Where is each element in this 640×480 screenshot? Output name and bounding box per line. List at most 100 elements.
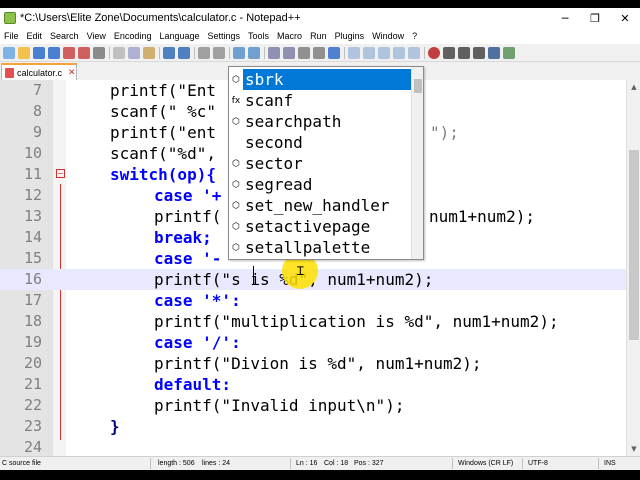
sync-vertical-icon[interactable] — [268, 46, 280, 59]
status-bar: C source file length : 506 lines : 24 Ln… — [0, 456, 640, 470]
autocomplete-item[interactable]: ⬡ segread — [229, 174, 411, 195]
record-macro-icon[interactable] — [428, 46, 440, 59]
code-line[interactable]: 23 } — [0, 416, 626, 437]
status-eol[interactable]: Windows (CR LF) — [456, 457, 513, 470]
autocomplete-label: set_new_handler — [245, 196, 390, 215]
autocomplete-scrollbar-thumb[interactable] — [414, 79, 422, 93]
status-insert-mode[interactable]: INS — [602, 457, 616, 470]
open-file-icon[interactable] — [18, 46, 30, 59]
code-text: printf("Divion is %d", num1+num2); — [154, 354, 482, 373]
autocomplete-item[interactable]: ⬡ set_new_handler — [229, 195, 411, 216]
redo-icon[interactable] — [178, 46, 190, 59]
toolbar-divider — [344, 46, 345, 59]
code-text: printf("multiplication is %d", num1+num2… — [154, 312, 559, 331]
stop-macro-icon[interactable] — [443, 46, 455, 59]
code-text: scanf(" %c" — [110, 102, 216, 121]
menu-view[interactable]: View — [83, 31, 110, 41]
function-icon: ⬡ — [232, 74, 240, 85]
function-icon: ⬡ — [232, 242, 240, 253]
document-map-icon[interactable] — [363, 46, 375, 59]
autocomplete-item[interactable]: ⬡ setallpalette — [229, 237, 411, 258]
title-bar[interactable]: *C:\Users\Elite Zone\Documents\calculato… — [0, 8, 640, 28]
line-number: 17 — [23, 291, 42, 309]
folder-workspace-icon[interactable] — [393, 46, 405, 59]
menu-language[interactable]: Language — [155, 31, 203, 41]
tab-calculator-c[interactable]: calculator.c ✕ — [1, 63, 77, 80]
close-all-icon[interactable] — [78, 46, 90, 59]
scroll-down-icon[interactable]: ▼ — [627, 442, 640, 456]
cut-icon[interactable] — [113, 46, 125, 59]
code-line[interactable]: 24 — [0, 437, 626, 456]
code-line[interactable]: 20 printf("Divion is %d", num1+num2); — [0, 353, 626, 374]
menu-window[interactable]: Window — [368, 31, 408, 41]
menu-file[interactable]: File — [0, 31, 23, 41]
autocomplete-item[interactable]: fx scanf — [229, 90, 411, 111]
word-wrap-icon[interactable] — [298, 46, 310, 59]
run-macro-multiple-icon[interactable] — [473, 46, 485, 59]
scrollbar-thumb[interactable] — [629, 150, 639, 340]
autocomplete-item[interactable]: ⬡ searchpath — [229, 111, 411, 132]
autocomplete-label: sbrk — [243, 69, 411, 90]
undo-icon[interactable] — [163, 46, 175, 59]
code-line[interactable]: 19 case '/': — [0, 332, 626, 353]
print-icon[interactable] — [93, 46, 105, 59]
zoom-out-icon[interactable] — [248, 46, 260, 59]
code-line[interactable]: 22 printf("Invalid input\n"); — [0, 395, 626, 416]
autocomplete-label: setallpalette — [245, 238, 371, 257]
zoom-in-icon[interactable] — [233, 46, 245, 59]
sync-horizontal-icon[interactable] — [283, 46, 295, 59]
code-line[interactable]: 21 default: — [0, 374, 626, 395]
save-macro-icon[interactable] — [488, 46, 500, 59]
minimize-button[interactable]: ─ — [550, 8, 580, 28]
indent-guide-icon[interactable] — [328, 46, 340, 59]
status-line-number: Ln : 16 — [296, 460, 318, 467]
monitoring-icon[interactable] — [408, 46, 420, 59]
save-icon[interactable] — [33, 46, 45, 59]
code-text-tail: "); — [430, 123, 459, 142]
paste-icon[interactable] — [143, 46, 155, 59]
menu-help[interactable]: ? — [408, 31, 421, 41]
code-line[interactable]: 18 printf("multiplication is %d", num1+n… — [0, 311, 626, 332]
autocomplete-item[interactable]: second — [229, 132, 411, 153]
play-macro-icon[interactable] — [458, 46, 470, 59]
close-file-icon[interactable] — [63, 46, 75, 59]
menu-settings[interactable]: Settings — [204, 31, 245, 41]
menu-plugins[interactable]: Plugins — [331, 31, 369, 41]
line-number: 15 — [23, 249, 42, 267]
code-line[interactable]: 17 case '*': — [0, 290, 626, 311]
abc-spell-check-icon[interactable] — [503, 46, 515, 59]
fold-toggle-icon[interactable]: − — [56, 169, 65, 178]
function-icon: ⬡ — [232, 221, 240, 232]
maximize-button[interactable]: ❐ — [580, 8, 610, 28]
close-button[interactable]: ✕ — [610, 8, 640, 28]
find-icon[interactable] — [198, 46, 210, 59]
tab-close-icon[interactable]: ✕ — [68, 68, 76, 78]
autocomplete-item[interactable]: ⬡ setactivepage — [229, 216, 411, 237]
menu-macro[interactable]: Macro — [273, 31, 306, 41]
status-length: length : 506 — [158, 460, 195, 467]
replace-icon[interactable] — [213, 46, 225, 59]
menu-encoding[interactable]: Encoding — [110, 31, 156, 41]
scroll-up-icon[interactable]: ▲ — [627, 80, 640, 94]
menu-tools[interactable]: Tools — [244, 31, 273, 41]
autocomplete-item[interactable]: ⬡ sector — [229, 153, 411, 174]
copy-icon[interactable] — [128, 46, 140, 59]
user-language-icon[interactable] — [348, 46, 360, 59]
menu-search[interactable]: Search — [46, 31, 83, 41]
autocomplete-item[interactable]: ⬡ sbrk — [229, 69, 411, 90]
save-all-icon[interactable] — [48, 46, 60, 59]
function-list-icon[interactable] — [378, 46, 390, 59]
line-number: 13 — [23, 207, 42, 225]
menu-bar: File Edit Search View Encoding Language … — [0, 28, 640, 44]
show-all-chars-icon[interactable] — [313, 46, 325, 59]
autocomplete-popup[interactable]: ⬡ sbrk fx scanf ⬡ searchpath second ⬡ se… — [228, 66, 424, 260]
status-divider — [150, 458, 151, 469]
menu-run[interactable]: Run — [306, 31, 331, 41]
unsaved-file-icon — [5, 67, 14, 78]
new-file-icon[interactable] — [3, 46, 15, 59]
status-encoding[interactable]: UTF-8 — [526, 457, 548, 470]
line-number: 23 — [23, 417, 42, 435]
vertical-scrollbar[interactable]: ▲ ▼ — [626, 80, 640, 456]
menu-edit[interactable]: Edit — [23, 31, 47, 41]
autocomplete-scrollbar[interactable] — [411, 67, 423, 259]
